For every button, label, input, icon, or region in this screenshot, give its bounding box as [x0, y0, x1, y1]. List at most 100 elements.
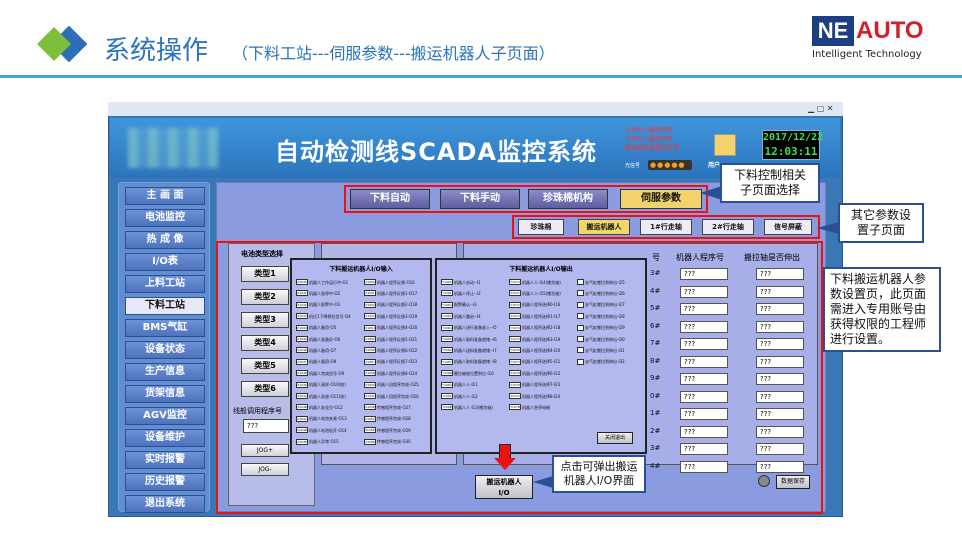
robot-program-input[interactable]: ???: [680, 303, 728, 315]
jog-minus-button[interactable]: JOG-: [241, 463, 289, 476]
tab-pearl-cotton[interactable]: 珍珠棉机构: [528, 189, 608, 209]
sidebar-item-battery[interactable]: 电池监控: [125, 209, 205, 227]
robot-program-input[interactable]: ???: [680, 373, 728, 385]
axis-extend-input[interactable]: ???: [756, 268, 804, 280]
robot-program-input[interactable]: ???: [680, 460, 728, 473]
type-4-button[interactable]: 类型4: [241, 335, 289, 351]
io-led[interactable]: X1056: [364, 347, 376, 354]
save-data-button[interactable]: 数据保存: [776, 475, 810, 489]
sidebar-item-main[interactable]: 主 画 面: [125, 187, 205, 205]
io-led[interactable]: Y1070: [509, 279, 521, 285]
sidebar-item-thermal[interactable]: 热 成 像: [125, 231, 205, 249]
io-led[interactable]: Y1078: [509, 370, 521, 377]
io-led[interactable]: Y1072: [509, 301, 521, 308]
io-led[interactable]: X1057: [364, 358, 376, 365]
io-led[interactable]: X1043: [296, 313, 308, 320]
io-led[interactable]: X1055: [364, 336, 376, 342]
io-led[interactable]: Y1074: [509, 324, 521, 331]
io-led[interactable]: Y106A: [441, 393, 453, 399]
io-led[interactable]: X104A: [296, 393, 308, 399]
io-led[interactable]: Y1066: [441, 347, 453, 354]
robot-program-input[interactable]: ???: [680, 425, 728, 438]
io-led[interactable]: X1049: [296, 381, 308, 388]
io-led[interactable]: Y1073: [509, 313, 521, 320]
io-close-button[interactable]: 关闭退出: [597, 432, 633, 444]
program-input[interactable]: ???: [243, 419, 289, 433]
subtab-axis-1[interactable]: 1#行走轴: [640, 219, 692, 235]
sidebar-item-device-status[interactable]: 设备状态: [125, 341, 205, 359]
robot-program-input[interactable]: ???: [680, 443, 728, 455]
io-led[interactable]: X105C: [364, 415, 376, 422]
robot-program-input[interactable]: ???: [680, 285, 728, 298]
io-led[interactable]: X1040: [296, 279, 308, 285]
io-led[interactable]: X1053: [364, 313, 376, 320]
axis-extend-input[interactable]: ???: [756, 425, 804, 438]
io-led[interactable]: X1051: [364, 290, 376, 297]
io-led[interactable]: X1041: [296, 290, 308, 297]
sidebar-item-unloading[interactable]: 下料工站: [125, 297, 205, 315]
sidebar-item-history-alarm[interactable]: 历史报警: [125, 473, 205, 491]
io-led[interactable]: X104E: [296, 438, 308, 445]
io-led[interactable]: [577, 358, 584, 365]
robot-program-input[interactable]: ???: [680, 338, 728, 350]
io-led[interactable]: Y1079: [509, 381, 521, 388]
io-led[interactable]: X1058: [364, 370, 376, 377]
axis-extend-input[interactable]: ???: [756, 373, 804, 385]
io-led[interactable]: Y1065: [441, 336, 453, 342]
io-led[interactable]: Y1067: [441, 358, 453, 365]
subtab-robot[interactable]: 搬运机器人: [578, 219, 630, 235]
robot-program-input[interactable]: ???: [680, 355, 728, 368]
io-led[interactable]: Y1071: [509, 290, 521, 297]
io-led[interactable]: X1052: [364, 301, 376, 308]
io-led[interactable]: X1045: [296, 336, 308, 342]
io-led[interactable]: [577, 313, 584, 320]
io-led[interactable]: X1050: [364, 279, 376, 285]
io-led[interactable]: X105A: [364, 393, 376, 399]
io-led[interactable]: X1044: [296, 324, 308, 331]
io-led[interactable]: Y1077: [509, 358, 521, 365]
io-led[interactable]: [577, 290, 584, 297]
io-led[interactable]: X1042: [296, 301, 308, 308]
io-led[interactable]: Y106B: [441, 404, 453, 411]
io-led[interactable]: Y1064: [441, 324, 453, 331]
io-led[interactable]: X104C: [296, 415, 308, 422]
axis-extend-input[interactable]: ???: [756, 460, 804, 473]
io-led[interactable]: X1046: [296, 347, 308, 354]
io-led[interactable]: Y1060: [441, 279, 453, 285]
io-led[interactable]: Y1068: [441, 370, 453, 377]
io-led[interactable]: X105B: [364, 404, 376, 411]
type-2-button[interactable]: 类型2: [241, 289, 289, 305]
axis-extend-input[interactable]: ???: [756, 285, 804, 298]
io-led[interactable]: Y1069: [441, 381, 453, 388]
io-led[interactable]: X105D: [364, 427, 376, 434]
subtab-signal-mask[interactable]: 信号屏蔽: [764, 219, 812, 235]
type-6-button[interactable]: 类型6: [241, 381, 289, 397]
robot-program-input[interactable]: ???: [680, 390, 728, 403]
io-led[interactable]: Y107B: [509, 404, 521, 411]
sidebar-item-bms[interactable]: BMS气缸: [125, 319, 205, 337]
axis-extend-input[interactable]: ???: [756, 320, 804, 333]
sidebar-item-shelf[interactable]: 货架信息: [125, 385, 205, 403]
type-5-button[interactable]: 类型5: [241, 358, 289, 374]
robot-io-button[interactable]: 搬运机器人 I/O: [475, 475, 533, 499]
user-icon[interactable]: [714, 134, 736, 156]
window-controls[interactable]: ▁ ▢ ✕: [808, 104, 834, 113]
tab-unload-manual[interactable]: 下料手动: [440, 189, 520, 209]
sidebar-item-production[interactable]: 生产信息: [125, 363, 205, 381]
sidebar-item-io-table[interactable]: I/O表: [125, 253, 205, 271]
io-led[interactable]: [577, 279, 584, 285]
io-led[interactable]: Y1063: [441, 313, 453, 320]
io-led[interactable]: Y1076: [509, 347, 521, 354]
io-led[interactable]: Y107A: [509, 393, 521, 399]
type-3-button[interactable]: 类型3: [241, 312, 289, 328]
robot-program-input[interactable]: ???: [680, 268, 728, 280]
io-led[interactable]: X1048: [296, 370, 308, 377]
subtab-pearl-cotton[interactable]: 珍珠棉: [518, 219, 564, 235]
type-1-button[interactable]: 类型1: [241, 266, 289, 282]
io-led[interactable]: [577, 324, 584, 331]
io-led[interactable]: X105E: [364, 438, 376, 445]
axis-extend-input[interactable]: ???: [756, 355, 804, 368]
io-led[interactable]: X1059: [364, 381, 376, 388]
sidebar-item-realtime-alarm[interactable]: 实时报警: [125, 451, 205, 469]
robot-program-input[interactable]: ???: [680, 320, 728, 333]
